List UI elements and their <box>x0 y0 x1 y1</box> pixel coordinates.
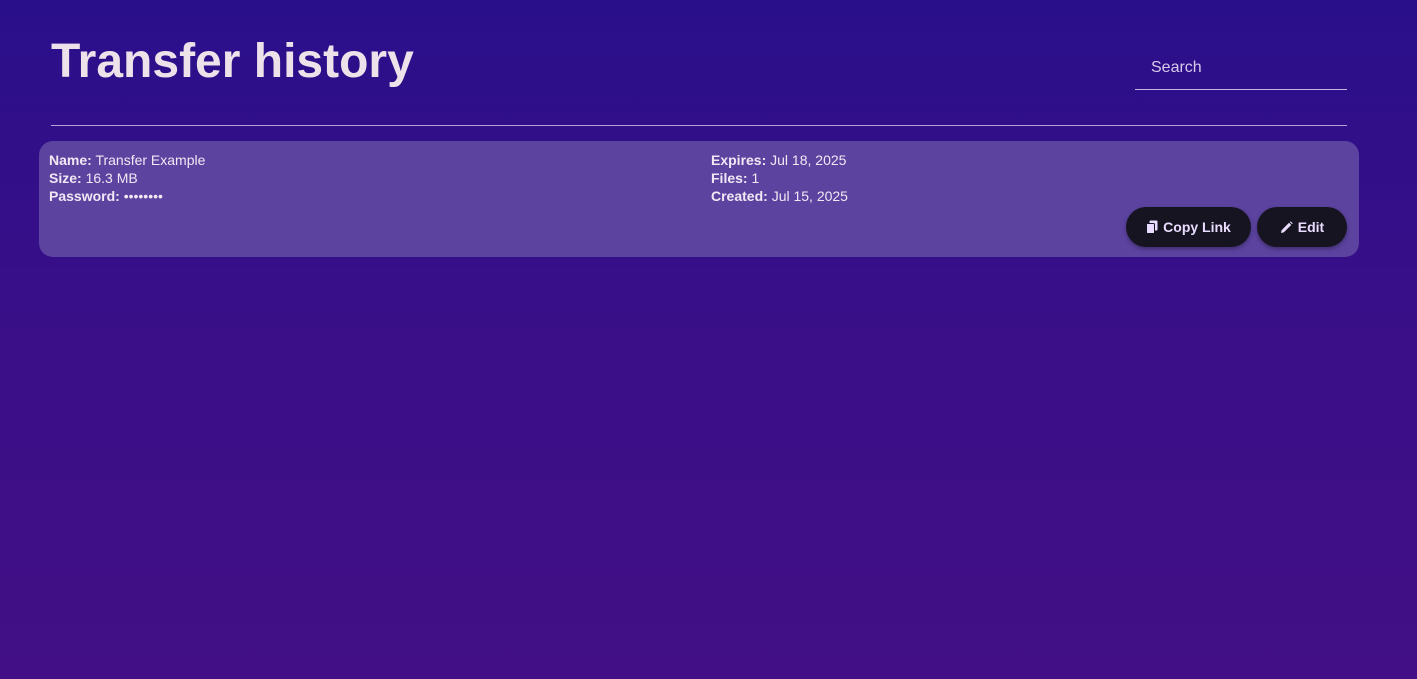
created-value: Jul 15, 2025 <box>771 188 848 204</box>
password-label: Password: <box>49 188 120 204</box>
files-label: Files: <box>711 170 748 186</box>
transfer-name-row: Name: Transfer Example <box>49 151 205 169</box>
expires-value: Jul 18, 2025 <box>770 152 847 168</box>
transfer-card: Name: Transfer Example Size: 16.3 MB Pas… <box>39 141 1359 257</box>
copy-icon <box>1146 220 1158 234</box>
name-value: Transfer Example <box>95 152 206 168</box>
header-divider <box>51 125 1347 126</box>
search-input[interactable] <box>1135 46 1347 89</box>
pencil-icon <box>1280 220 1293 234</box>
created-label: Created: <box>711 188 768 204</box>
transfer-details-left: Name: Transfer Example Size: 16.3 MB Pas… <box>49 151 205 205</box>
transfer-password-row: Password: •••••••• <box>49 187 205 205</box>
edit-label: Edit <box>1297 219 1325 235</box>
password-value: •••••••• <box>123 188 163 204</box>
expires-label: Expires: <box>711 152 767 168</box>
edit-button[interactable]: Edit <box>1257 207 1347 247</box>
transfer-files-row: Files: 1 <box>711 169 848 187</box>
transfer-details-right: Expires: Jul 18, 2025 Files: 1 Created: … <box>711 151 848 205</box>
transfer-created-row: Created: Jul 15, 2025 <box>711 187 848 205</box>
transfer-expires-row: Expires: Jul 18, 2025 <box>711 151 848 169</box>
copy-link-label: Copy Link <box>1163 219 1231 235</box>
size-label: Size: <box>49 170 82 186</box>
size-value: 16.3 MB <box>85 170 138 186</box>
transfer-size-row: Size: 16.3 MB <box>49 169 205 187</box>
page-title: Transfer history <box>51 35 414 88</box>
name-label: Name: <box>49 152 92 168</box>
files-value: 1 <box>751 170 760 186</box>
search-field[interactable] <box>1135 46 1347 90</box>
copy-link-button[interactable]: Copy Link <box>1126 207 1251 247</box>
